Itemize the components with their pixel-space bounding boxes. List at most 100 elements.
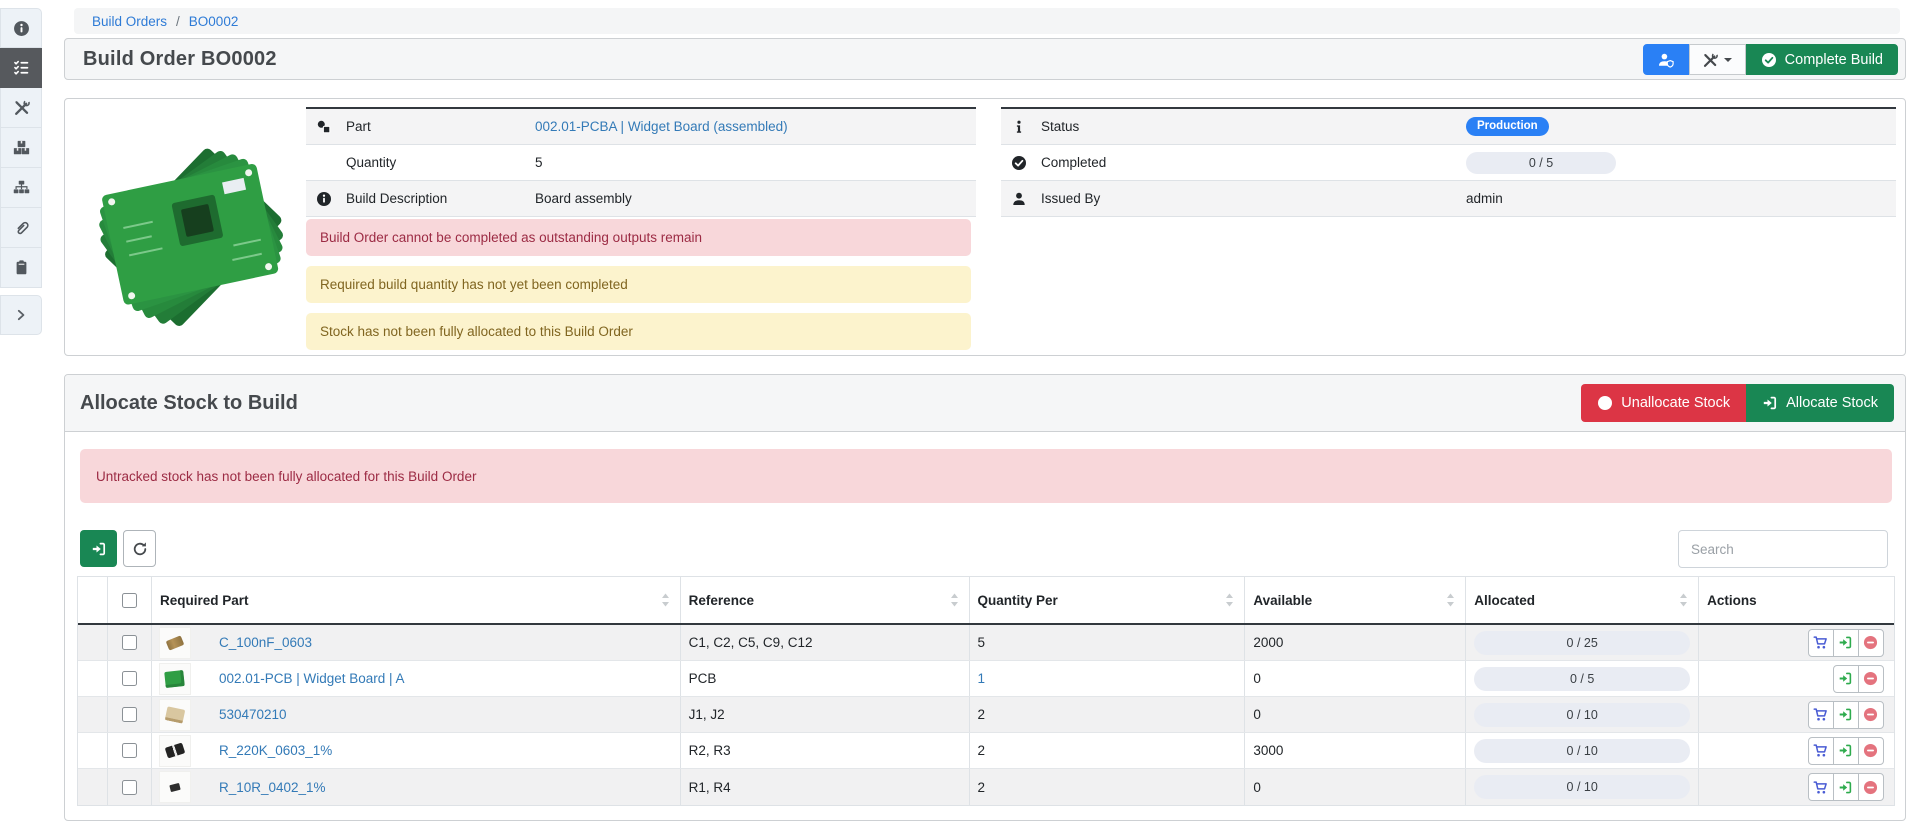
reference-value: PCB (689, 671, 717, 686)
sign-in-icon (1838, 671, 1853, 686)
header-available[interactable]: Available (1245, 577, 1466, 623)
row-checkbox[interactable] (122, 780, 137, 795)
minus-circle-icon (1863, 780, 1878, 795)
allocate-row-button[interactable] (1833, 665, 1859, 693)
part-image[interactable] (89, 108, 299, 348)
unallocate-stock-button[interactable]: Unallocate Stock (1581, 384, 1746, 422)
order-stock-button[interactable] (1808, 737, 1834, 765)
minus-circle-icon (1597, 395, 1613, 411)
checklist-icon (13, 59, 30, 76)
allocate-row-button[interactable] (1833, 701, 1859, 729)
header-required-part[interactable]: Required Part (152, 577, 681, 623)
info-icon (1011, 119, 1027, 135)
row-checkbox[interactable] (122, 635, 137, 650)
allocate-stock-card: Allocate Stock to Build Unallocate Stock… (64, 374, 1906, 821)
boxes-icon (13, 139, 30, 156)
allocated-progressbar: 0 / 25 (1474, 631, 1690, 655)
paperclip-icon (13, 219, 30, 236)
order-stock-button[interactable] (1808, 629, 1834, 657)
required-part-link[interactable]: R_10R_0402_1% (219, 780, 326, 795)
detail-value: 5 (535, 155, 543, 170)
sort-icon (1444, 593, 1457, 607)
order-stock-button[interactable] (1808, 701, 1834, 729)
available-value: 0 (1253, 671, 1261, 686)
header-quantity-per[interactable]: Quantity Per (970, 577, 1246, 623)
allocated-progressbar: 0 / 10 (1474, 739, 1690, 763)
pcb-photo (92, 111, 297, 346)
quantity-per-value: 2 (978, 707, 986, 722)
detail-row-status: Status Production (1001, 109, 1896, 145)
alert-stock-unallocated: Stock has not been fully allocated to th… (306, 313, 971, 350)
build-actions-dropdown[interactable] (1689, 44, 1746, 75)
user-shield-icon (1658, 52, 1674, 68)
order-stock-button[interactable] (1808, 773, 1834, 801)
unallocate-row-button[interactable] (1858, 773, 1884, 801)
sign-in-icon (1838, 780, 1853, 795)
available-value: 2000 (1253, 635, 1283, 650)
sidebar-item-details[interactable] (0, 8, 42, 48)
required-part-link[interactable]: 530470210 (219, 707, 287, 722)
allocate-row-button[interactable] (1833, 629, 1859, 657)
header-allocated[interactable]: Allocated (1466, 577, 1699, 623)
sort-icon (1223, 593, 1236, 607)
detail-label: Issued By (1041, 191, 1100, 206)
allocate-row-button[interactable] (1833, 737, 1859, 765)
required-part-link[interactable]: 002.01-PCB | Widget Board | A (219, 671, 405, 686)
detail-row-description: Build Description Board assembly (306, 181, 976, 217)
sidebar-item-tools[interactable] (0, 88, 42, 128)
breadcrumb-build-orders-link[interactable]: Build Orders (92, 14, 167, 29)
required-part-link[interactable]: C_100nF_0603 (219, 635, 312, 650)
allocate-row-button[interactable] (1833, 773, 1859, 801)
required-part-link[interactable]: R_220K_0603_1% (219, 743, 332, 758)
reference-value: R2, R3 (689, 743, 731, 758)
unallocate-row-button[interactable] (1858, 665, 1884, 693)
issue-order-button[interactable] (1643, 44, 1689, 75)
breadcrumb: Build Orders / BO0002 (74, 8, 1900, 34)
build-alerts: Build Order cannot be completed as outst… (306, 219, 971, 360)
status-badge: Production (1466, 117, 1549, 137)
detail-row-completed: Completed 0 / 5 (1001, 145, 1896, 181)
sidebar-expand-button[interactable] (0, 295, 42, 335)
minus-circle-icon (1863, 743, 1878, 758)
reference-value: J1, J2 (689, 707, 725, 722)
sidebar-item-notes[interactable] (0, 248, 42, 288)
row-checkbox[interactable] (122, 743, 137, 758)
title-actions: Complete Build (1643, 44, 1898, 75)
page-title: Build Order BO0002 (83, 48, 277, 71)
header-reference[interactable]: Reference (681, 577, 970, 623)
row-checkbox[interactable] (122, 707, 137, 722)
sidebar-item-attachments[interactable] (0, 208, 42, 248)
part-link[interactable]: 002.01-PCBA | Widget Board (assembled) (535, 119, 788, 134)
sort-icon (1677, 593, 1690, 607)
completed-progressbar: 0 / 5 (1466, 152, 1616, 174)
allocate-selected-button[interactable] (80, 530, 117, 567)
table-row: 002.01-PCB | Widget Board | A PCB 1 0 0 … (78, 661, 1894, 697)
unallocate-row-button[interactable] (1858, 737, 1884, 765)
search-input[interactable] (1678, 530, 1888, 568)
quantity-per-value: 2 (978, 743, 986, 758)
refresh-table-button[interactable] (123, 530, 156, 567)
check-circle-icon (1761, 52, 1777, 68)
select-all-checkbox[interactable] (122, 593, 137, 608)
shapes-icon (316, 119, 332, 135)
shopping-cart-icon (1813, 743, 1828, 758)
check-circle-icon (1011, 155, 1027, 171)
header-label: Available (1253, 593, 1312, 608)
sidebar-item-build-lines[interactable] (0, 48, 42, 88)
unallocate-row-button[interactable] (1858, 701, 1884, 729)
sidebar-item-outputs[interactable] (0, 128, 42, 168)
breadcrumb-bo0002-link[interactable]: BO0002 (189, 14, 239, 29)
detail-label: Quantity (346, 155, 396, 170)
unallocate-row-button[interactable] (1858, 629, 1884, 657)
minus-circle-icon (1863, 671, 1878, 686)
sitemap-icon (13, 179, 30, 196)
row-checkbox[interactable] (122, 671, 137, 686)
complete-build-button[interactable]: Complete Build (1746, 44, 1898, 75)
available-value: 0 (1253, 707, 1261, 722)
allocate-stock-button[interactable]: Allocate Stock (1746, 384, 1894, 422)
sidebar-item-child-builds[interactable] (0, 168, 42, 208)
sign-in-icon (1838, 707, 1853, 722)
part-thumbnail (159, 663, 191, 695)
shopping-cart-icon (1813, 635, 1828, 650)
allocated-progressbar: 0 / 10 (1474, 703, 1690, 727)
